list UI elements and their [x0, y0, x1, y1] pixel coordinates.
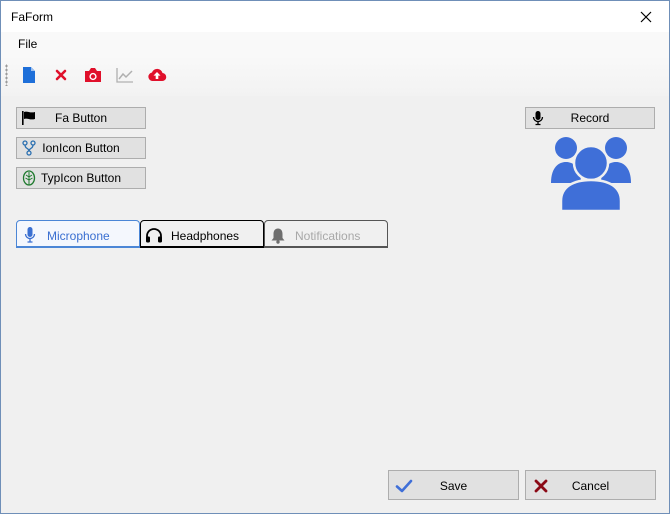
- bell-icon: [269, 226, 287, 244]
- camera-icon: [85, 68, 101, 82]
- tab-headphones[interactable]: Headphones: [140, 220, 264, 248]
- cancel-button-label: Cancel: [571, 479, 610, 493]
- toolbar-grip[interactable]: [5, 64, 8, 86]
- save-button[interactable]: Save: [388, 470, 519, 500]
- window-title: FaForm: [11, 10, 53, 24]
- record-button[interactable]: Record: [525, 107, 655, 129]
- tab-microphone[interactable]: Microphone: [16, 220, 140, 248]
- tab-notifications[interactable]: Notifications: [264, 220, 388, 248]
- tab-microphone-label: Microphone: [47, 229, 110, 243]
- toolbar: [1, 56, 669, 96]
- ionicon-button[interactable]: IonIcon Button: [16, 137, 146, 159]
- typicon-button[interactable]: TypIcon Button: [16, 167, 146, 189]
- menu-file[interactable]: File: [13, 37, 42, 51]
- cloud-upload-icon: [148, 68, 167, 82]
- headphones-icon: [145, 226, 163, 244]
- ionicon-button-label: IonIcon Button: [42, 141, 120, 155]
- fa-button[interactable]: Fa Button: [16, 107, 146, 129]
- menu-bar: File: [1, 32, 669, 56]
- fa-button-label: Fa Button: [54, 111, 108, 125]
- upload-button[interactable]: [145, 63, 169, 87]
- users-icon: [551, 137, 631, 213]
- new-file-button[interactable]: [17, 63, 41, 87]
- delete-button[interactable]: [49, 63, 73, 87]
- tab-notifications-label: Notifications: [295, 229, 361, 243]
- close-button[interactable]: [623, 1, 669, 32]
- line-chart-icon: [116, 68, 133, 83]
- tab-headphones-label: Headphones: [171, 229, 240, 243]
- save-button-label: Save: [439, 479, 468, 493]
- camera-button[interactable]: [81, 63, 105, 87]
- chart-button[interactable]: [113, 63, 137, 87]
- close-icon: [640, 11, 652, 22]
- typicon-button-label: TypIcon Button: [40, 171, 122, 185]
- cancel-button[interactable]: Cancel: [525, 470, 656, 500]
- title-bar: FaForm: [1, 1, 669, 32]
- microphone-icon: [21, 226, 39, 244]
- record-button-label: Record: [570, 111, 610, 125]
- file-icon: [23, 67, 35, 83]
- faform-window: FaForm File Fa Button IonIcon Button Typ…: [0, 0, 670, 514]
- x-icon: [55, 69, 67, 81]
